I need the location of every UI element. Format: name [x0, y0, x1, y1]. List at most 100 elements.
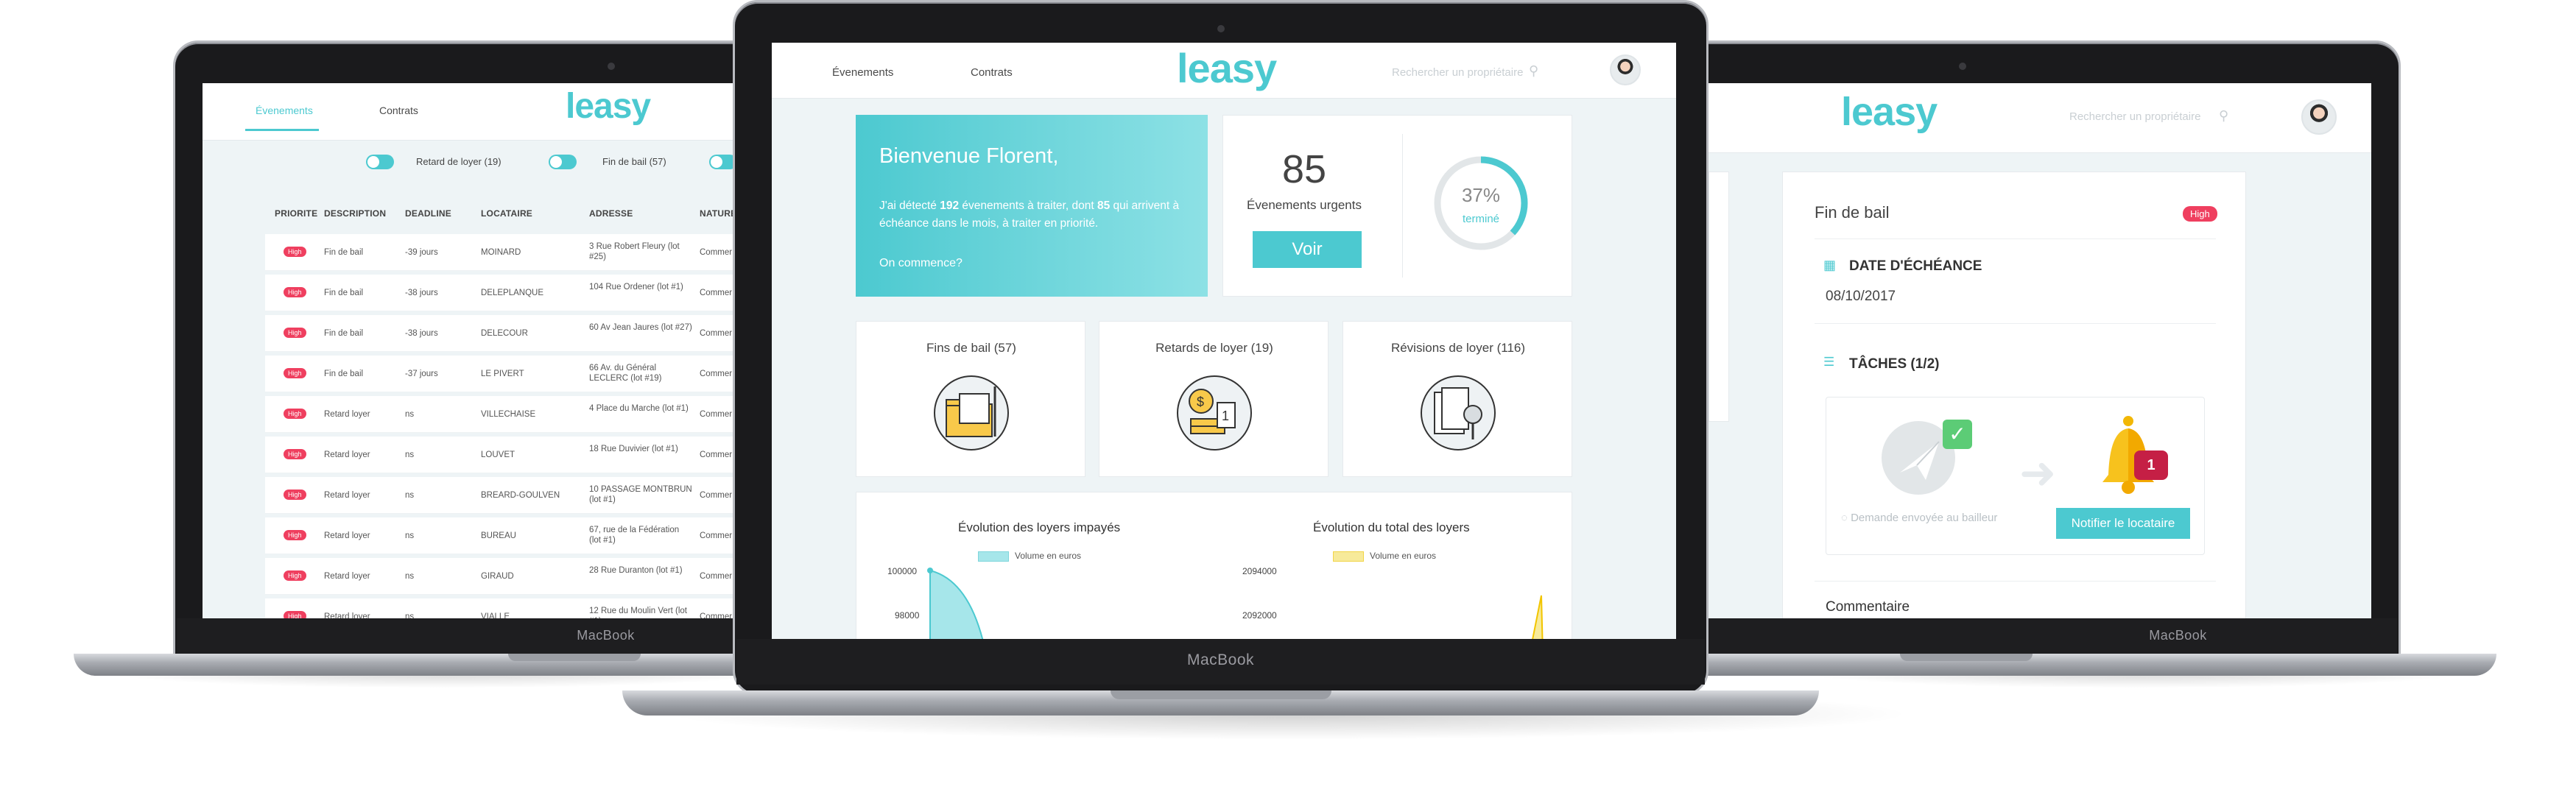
filter-toggle-retard[interactable]	[366, 155, 394, 169]
cell-tenant: BREARD-GOULVEN	[481, 491, 560, 500]
start-link[interactable]: On commence?	[879, 257, 963, 270]
col-adresse[interactable]: ADRESSE	[589, 208, 633, 219]
svg-text:1: 1	[1222, 409, 1229, 423]
cell-tenant: LOUVET	[481, 451, 515, 459]
category-label: Révisions de loyer	[1390, 341, 1493, 355]
filter-toggle-3[interactable]	[709, 155, 733, 169]
svg-text:$: $	[1197, 395, 1204, 409]
side-panel-strip	[1708, 172, 1729, 422]
center-camera	[1217, 25, 1225, 32]
col-deadline[interactable]: DEADLINE	[405, 208, 451, 219]
priority-badge: High	[284, 368, 306, 378]
center-chin: MacBook	[736, 639, 1705, 685]
nav-contrats[interactable]: Contrats	[971, 66, 1013, 79]
bell-count: 1	[2147, 457, 2156, 473]
right-camera	[1959, 63, 1966, 70]
priority-badge: High	[284, 328, 306, 338]
cell-description: Retard loyer	[324, 451, 370, 459]
user-avatar[interactable]	[1610, 54, 1641, 85]
left-laptop-base	[74, 654, 795, 676]
table-row[interactable]: High Fin de bail -39 jours MOINARD 3 Rue Rob…	[265, 234, 733, 271]
category-label: Retards de loyer	[1155, 341, 1247, 355]
left-device-label: MacBook	[577, 628, 635, 643]
cell-address: 10 PASSAGE MONTBRUN (lot #1)	[589, 485, 692, 504]
arrow-right-icon: ➜	[2019, 448, 2057, 498]
category-card-fins-bail[interactable]: Fins de bail (57)	[856, 321, 1085, 477]
table-row[interactable]: High Fin de bail -38 jours DELEPLANQUE 104 R…	[265, 275, 733, 311]
cell-deadline: ns	[405, 572, 415, 581]
search-input[interactable]: Rechercher un propriétaire	[1392, 66, 1523, 79]
cell-nature: Commer	[700, 370, 733, 378]
table-row[interactable]: High Fin de bail -38 jours DELECOUR 60 Av Je…	[265, 315, 733, 352]
brand-logo[interactable]: leasy	[566, 86, 651, 127]
nav-evenements[interactable]: Évenements	[832, 66, 893, 79]
list-icon: ☰	[1823, 355, 1835, 369]
welcome-title: Bienvenue Florent,	[879, 144, 1059, 168]
welcome-text: J'ai détecté 192 évenements à traiter, d…	[879, 197, 1189, 233]
category-count: (57)	[993, 341, 1016, 355]
welcome-count-total: 192	[940, 199, 960, 212]
table-row[interactable]: High Fin de bail -37 jours LE PIVERT 66 Av. …	[265, 356, 733, 392]
right-chin: MacBook	[1694, 618, 2397, 655]
y-tick: 100000	[887, 566, 918, 576]
col-nature[interactable]: NATURE	[700, 208, 733, 219]
cell-deadline: -37 jours	[405, 370, 438, 378]
col-description[interactable]: DESCRIPTION	[324, 208, 386, 219]
search-input[interactable]: Rechercher un propriétaire	[2069, 110, 2200, 123]
category-title: Retards de loyer (19)	[1099, 341, 1329, 356]
center-screen: Évenements Contrats leasy Rechercher un …	[772, 43, 1676, 639]
cell-tenant: DELEPLANQUE	[481, 289, 544, 297]
cell-address: 18 Rue Duvivier (lot #1)	[589, 445, 678, 453]
table-row[interactable]: High Retard loyer ns VILLECHAISE 4 Place du …	[265, 396, 733, 433]
filter-label-retard: Retard de loyer (19)	[416, 156, 502, 167]
category-card-retards[interactable]: Retards de loyer (19) $ 1	[1099, 321, 1329, 477]
category-card-revisions[interactable]: Révisions de loyer (116)	[1342, 321, 1572, 477]
cell-address: 4 Place du Marche (lot #1)	[589, 404, 689, 413]
category-count: (116)	[1496, 341, 1526, 355]
cell-address: 28 Rue Duranton (lot #1)	[589, 566, 683, 575]
filter-label-fin-bail: Fin de bail (57)	[602, 156, 666, 167]
notify-tenant-button[interactable]: Notifier le locataire	[2056, 508, 2190, 539]
filter-toggle-fin-bail[interactable]	[549, 155, 577, 169]
cell-description: Retard loyer	[324, 491, 370, 500]
cell-deadline: -38 jours	[405, 329, 438, 338]
tab-contrats[interactable]: Contrats	[379, 105, 418, 116]
cell-address: 67, rue de la Fédération (lot #1)	[589, 526, 680, 545]
progress-percent: 37%	[1461, 184, 1501, 206]
cell-nature: Commer	[700, 451, 733, 459]
table-row[interactable]: High Retard loyer ns LOUVET 18 Rue Duvivier …	[265, 437, 733, 473]
search-icon[interactable]: ⚲	[2219, 108, 2228, 124]
brand-logo[interactable]: leasy	[1841, 89, 1938, 135]
table-row[interactable]: High Retard loyer ns VIALLE 12 Rue du Moulin…	[265, 598, 733, 618]
priority-badge: High	[284, 570, 306, 581]
y-tick: 2094000	[1242, 566, 1277, 576]
right-header: leasy Rechercher un propriétaire ⚲	[1708, 83, 2371, 153]
cell-description: Fin de bail	[324, 329, 364, 338]
table-row[interactable]: High Retard loyer ns BREARD-GOULVEN 10 PASSA…	[265, 477, 733, 514]
col-priorite[interactable]: PRIORITE	[275, 208, 317, 219]
search-icon[interactable]: ⚲	[1529, 63, 1538, 79]
user-avatar[interactable]	[2301, 99, 2337, 135]
priority-badge: High	[284, 490, 306, 500]
progress-sub: terminé	[1462, 213, 1500, 225]
table-row[interactable]: High Retard loyer ns GIRAUD 28 Rue Duranton …	[265, 558, 733, 595]
task-detail-card: Fin de bail High ▦ DATE D'ÉCHÉANCE 08/10…	[1782, 172, 2246, 618]
cell-address: 104 Rue Ordener (lot #1)	[589, 283, 683, 292]
priority-badge: High	[284, 449, 306, 459]
cell-nature: Commer	[700, 248, 733, 257]
col-locataire[interactable]: LOCATAIRE	[481, 208, 532, 219]
cell-deadline: ns	[405, 531, 415, 540]
cell-tenant: LE PIVERT	[481, 370, 524, 378]
cell-tenant: DELECOUR	[481, 329, 528, 338]
tab-evenements[interactable]: Évenements	[256, 105, 313, 116]
right-laptop-base	[1694, 654, 2496, 676]
voir-button[interactable]: Voir	[1253, 231, 1362, 268]
due-date-value: 08/10/2017	[1826, 289, 1896, 304]
brand-logo[interactable]: leasy	[1177, 44, 1277, 92]
center-header: Évenements Contrats leasy Rechercher un …	[772, 43, 1676, 99]
table-row[interactable]: High Retard loyer ns BUREAU 67, rue de la Fé…	[265, 517, 733, 554]
cell-description: Retard loyer	[324, 410, 370, 419]
unpaid-area-series	[927, 568, 984, 639]
cell-tenant: VIALLE	[481, 612, 510, 618]
center-device-label: MacBook	[1186, 651, 1255, 668]
